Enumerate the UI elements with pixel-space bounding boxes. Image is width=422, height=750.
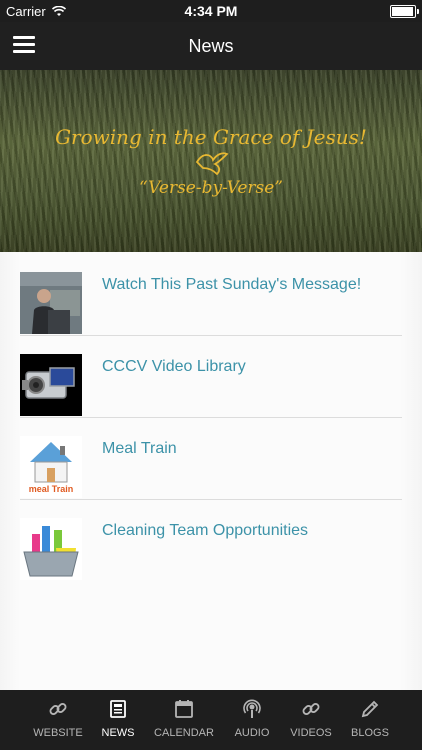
tab-videos[interactable]: VIDEOS (280, 690, 342, 750)
tab-news[interactable]: NEWS (87, 690, 149, 750)
newspaper-icon (110, 700, 126, 718)
tab-bar: WEBSITE NEWS CALENDAR AUDIO VIDEOS BLOGS (0, 690, 422, 750)
dove-icon (195, 152, 229, 176)
svg-text:meal Train: meal Train (29, 484, 74, 494)
header-banner: Growing in the Grace of Jesus! “Verse-by… (0, 70, 422, 252)
calendar-icon (175, 700, 193, 718)
list-item-label: Meal Train (102, 440, 177, 457)
status-time: 4:34 PM (184, 3, 238, 19)
tab-calendar[interactable]: CALENDAR (153, 690, 215, 750)
nav-bar: News (0, 22, 422, 70)
list-item-label: CCCV Video Library (102, 358, 246, 375)
news-list: Watch This Past Sunday's Message! CCCV V… (0, 252, 422, 690)
podcast-icon (243, 699, 261, 718)
list-item-meal-train[interactable]: meal Train Meal Train (20, 416, 402, 500)
tab-website[interactable]: WEBSITE (27, 690, 89, 750)
page-title: News (188, 36, 234, 56)
video-camera-icon (20, 354, 82, 416)
list-item-label: Cleaning Team Opportunities (102, 522, 309, 539)
battery-icon (390, 5, 419, 18)
list-item-video-library[interactable]: CCCV Video Library (20, 334, 402, 418)
pencil-icon (361, 700, 379, 718)
banner-subheadline: “Verse-by-Verse” (139, 178, 283, 198)
link-icon (49, 703, 67, 715)
list-item-sunday-message[interactable]: Watch This Past Sunday's Message! (20, 252, 402, 336)
list-item-cleaning-team[interactable]: Cleaning Team Opportunities (20, 498, 402, 580)
banner-headline: Growing in the Grace of Jesus! (55, 125, 367, 149)
meal-train-logo: meal Train (20, 436, 82, 498)
tab-blogs[interactable]: BLOGS (339, 690, 401, 750)
link-icon (302, 703, 320, 715)
tab-audio[interactable]: AUDIO (221, 690, 283, 750)
status-bar: Carrier 4:34 PM (0, 0, 422, 22)
pastor-photo (20, 272, 82, 334)
list-item-label: Watch This Past Sunday's Message! (102, 276, 362, 293)
cleaning-supplies-icon (20, 518, 82, 580)
tab-label: BLOGS (351, 727, 389, 739)
